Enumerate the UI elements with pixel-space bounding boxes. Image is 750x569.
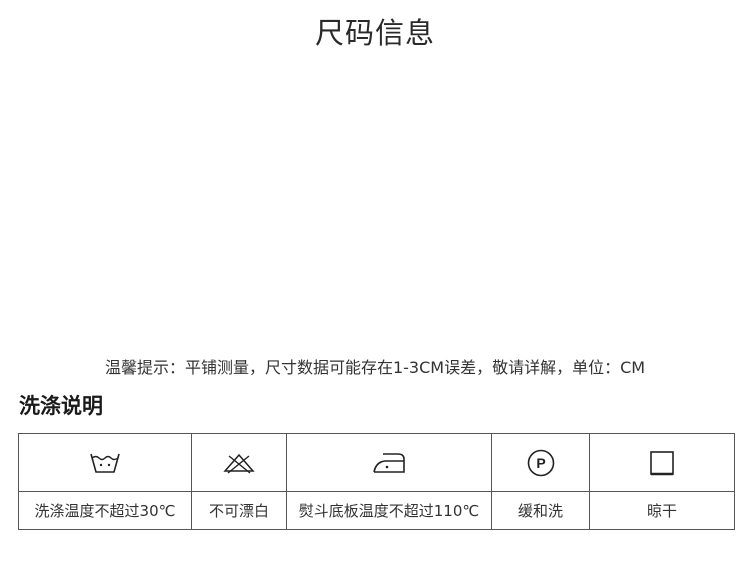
care-cell-iron — [286, 433, 492, 492]
measurement-notice: 温馨提示：平铺测量，尺寸数据可能存在1-3CM误差，敬请详解，单位：CM — [104, 358, 646, 377]
no-bleach-icon — [223, 453, 255, 474]
dry-clean-p-icon: P — [527, 449, 554, 476]
iron-icon — [373, 452, 405, 473]
care-label-dryclean: 缓和洗 — [491, 491, 590, 530]
care-cell-wash — [18, 433, 192, 492]
care-label-dry: 晾干 — [589, 491, 735, 530]
care-label-wash: 洗涤温度不超过30℃ — [18, 491, 192, 530]
care-labels-row: 洗涤温度不超过30℃ 不可漂白 熨斗底板温度不超过110℃ 缓和洗 晾干 — [18, 491, 735, 530]
care-label-bleach: 不可漂白 — [191, 491, 287, 530]
care-cell-bleach — [191, 433, 287, 492]
care-cell-dryclean: P — [491, 433, 590, 492]
care-cell-dry — [589, 433, 735, 492]
dry-clean-symbol: P — [536, 455, 545, 471]
care-section-title: 洗涤说明 — [19, 394, 103, 418]
care-icons-row: P — [18, 433, 735, 492]
care-table: P 洗涤温度不超过30℃ 不可漂白 熨斗底板温度不超过110℃ 缓和洗 晾干 — [18, 433, 735, 530]
page-title: 尺码信息 — [314, 16, 435, 50]
care-label-iron: 熨斗底板温度不超过110℃ — [286, 491, 492, 530]
tumble-dry-square-icon — [650, 450, 674, 475]
wash-30-icon — [90, 453, 120, 473]
